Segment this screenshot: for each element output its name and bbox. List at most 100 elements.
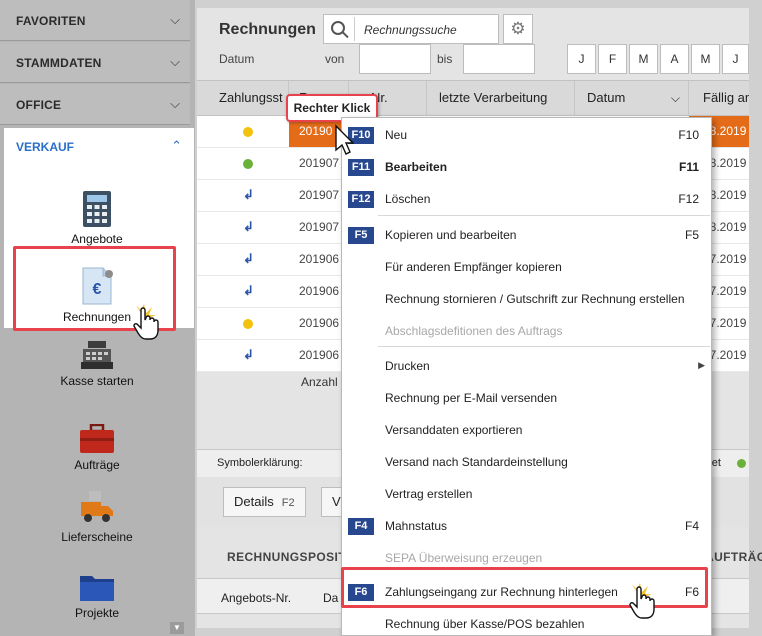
- menu-item[interactable]: Drucken ▶: [342, 350, 711, 382]
- chevron-up-icon[interactable]: ⌃: [171, 138, 182, 154]
- nav-item-label: Aufträge: [74, 458, 120, 472]
- nav-item-auftraege[interactable]: Aufträge: [22, 424, 172, 472]
- invoice-number: 201906: [299, 252, 340, 266]
- menu-item-label: SEPA Überweisung erzeugen: [385, 551, 543, 565]
- section-label: FAVORITEN: [16, 14, 86, 28]
- search-input[interactable]: Rechnungssuche: [323, 14, 499, 44]
- nav-item-label: Kasse starten: [60, 374, 134, 388]
- menu-item[interactable]: Für anderen Empfänger kopieren: [342, 251, 711, 283]
- menu-item-label: Versand nach Standardeinstellung: [385, 455, 568, 469]
- function-key-badge: F4: [348, 518, 374, 535]
- sidebar-section-office[interactable]: OFFICE ⌵: [0, 84, 190, 125]
- menu-item-label: Mahnstatus: [385, 519, 448, 533]
- section-header[interactable]: AUFTRÄG: [705, 550, 762, 564]
- menu-item[interactable]: F4 Mahnstatus F4: [342, 510, 711, 542]
- nav-item-label: Angebote: [71, 232, 123, 246]
- date-filter-label: Datum: [219, 52, 255, 66]
- menu-item-label: Versanddaten exportieren: [385, 423, 523, 437]
- invoice-number: 201906: [299, 348, 340, 362]
- section-label[interactable]: VERKAUF: [16, 140, 74, 154]
- column-header[interactable]: Da: [323, 591, 338, 605]
- sidebar-section-favoriten[interactable]: FAVORITEN ⌵: [0, 0, 190, 41]
- menu-item[interactable]: F12 Löschen F12: [342, 183, 711, 215]
- scroll-down-button[interactable]: ▼: [170, 622, 184, 634]
- chevron-down-icon: ⌵: [670, 91, 680, 105]
- menu-item: Abschlagsdefitionen des Auftrags: [342, 315, 711, 347]
- section-label: OFFICE: [16, 98, 62, 112]
- arrow-cursor-icon: [335, 124, 354, 155]
- month-button[interactable]: M: [691, 44, 720, 74]
- menu-item-label: Neu: [385, 128, 408, 142]
- menu-item-label: Löschen: [385, 192, 431, 206]
- menu-item[interactable]: Versanddaten exportieren: [342, 414, 711, 446]
- menu-item-label: Vertrag erstellen: [385, 487, 473, 501]
- menu-item[interactable]: Rechnung per E-Mail versenden: [342, 382, 711, 414]
- shortcut-label: F4: [684, 519, 699, 533]
- column-header[interactable]: Angebots-Nr.: [221, 591, 291, 605]
- month-button[interactable]: J: [722, 44, 749, 74]
- divider: [354, 17, 355, 41]
- month-button[interactable]: M: [629, 44, 658, 74]
- invoice-number: 201907: [299, 188, 340, 202]
- chevron-down-icon: ⌵: [170, 12, 180, 27]
- nav-item-lieferscheine[interactable]: Lieferscheine: [22, 490, 172, 544]
- column-header-datum[interactable]: Datum ⌵: [575, 81, 689, 115]
- shortcut-hint: F2: [281, 497, 295, 509]
- section-label: STAMMDATEN: [16, 56, 102, 70]
- gear-icon[interactable]: ⚙: [503, 14, 533, 44]
- sidebar-section-stammdaten[interactable]: STAMMDATEN ⌵: [0, 42, 190, 83]
- shortcut-label: F10: [678, 128, 699, 142]
- invoice-number: 201907: [299, 220, 340, 234]
- month-button[interactable]: J: [567, 44, 596, 74]
- function-key-badge: F12: [348, 191, 374, 208]
- column-header[interactable]: letzte Verarbeitung: [427, 81, 575, 115]
- folder-icon: [80, 576, 114, 601]
- column-header[interactable]: Zahlungsst: [197, 81, 289, 115]
- date-from-field[interactable]: [359, 44, 431, 74]
- forwarded-arrow-icon: ↲: [243, 187, 254, 202]
- column-header[interactable]: Fällig am: [689, 81, 749, 115]
- yellow-status-dot: [243, 127, 253, 137]
- menu-item[interactable]: Versand nach Standardeinstellung: [342, 446, 711, 478]
- nav-item-angebote[interactable]: Angebote: [22, 190, 172, 246]
- menu-item[interactable]: F5 Kopieren und bearbeiten F5: [342, 219, 711, 251]
- forwarded-arrow-icon: ↲: [243, 347, 254, 362]
- green-status-dot: [737, 459, 746, 468]
- nav-item-kasse-starten[interactable]: Kasse starten: [22, 340, 172, 388]
- month-button[interactable]: A: [660, 44, 689, 74]
- section-header[interactable]: RECHNUNGSPOSIT: [227, 550, 346, 564]
- shortcut-label: F12: [678, 192, 699, 206]
- menu-item[interactable]: Rechnung stornieren / Gutschrift zur Rec…: [342, 283, 711, 315]
- yellow-status-dot: [243, 319, 253, 329]
- menu-item-label: Rechnung über Kasse/POS bezahlen: [385, 617, 585, 631]
- menu-item-label: Für anderen Empfänger kopieren: [385, 260, 562, 274]
- menu-item[interactable]: Vertrag erstellen: [342, 478, 711, 510]
- month-button[interactable]: F: [598, 44, 627, 74]
- status-cell: ↲: [197, 212, 289, 243]
- menu-item-label: Abschlagsdefitionen des Auftrags: [385, 324, 563, 338]
- forwarded-arrow-icon: ↲: [243, 251, 254, 266]
- delivery-truck-icon: [81, 491, 113, 522]
- nav-item-label: Lieferscheine: [61, 530, 133, 544]
- status-cell: [197, 308, 289, 339]
- status-cell: ↲: [197, 340, 289, 371]
- menu-item-label: Rechnung stornieren / Gutschrift zur Rec…: [385, 292, 685, 306]
- green-status-dot: [243, 159, 253, 169]
- function-key-badge: F11: [348, 159, 374, 176]
- menu-item[interactable]: F11 Bearbeiten F11: [342, 151, 711, 183]
- menu-item-label: Drucken: [385, 359, 430, 373]
- from-label: von: [325, 52, 345, 66]
- status-cell: ↲: [197, 276, 289, 307]
- status-cell: [197, 116, 289, 147]
- details-button[interactable]: Details F2: [223, 487, 306, 517]
- menu-item[interactable]: F10 Neu F10: [342, 119, 711, 151]
- page-title: Rechnungen: [219, 21, 316, 38]
- chevron-down-icon: ⌵: [170, 96, 180, 111]
- column-header-label: Datum: [587, 90, 626, 105]
- date-to-field[interactable]: [463, 44, 535, 74]
- hand-cursor-icon: [629, 583, 655, 619]
- shortcut-label: F11: [678, 160, 699, 174]
- menu-separator: [378, 215, 710, 216]
- nav-item-projekte[interactable]: Projekte: [22, 572, 172, 620]
- status-cell: ↲: [197, 180, 289, 211]
